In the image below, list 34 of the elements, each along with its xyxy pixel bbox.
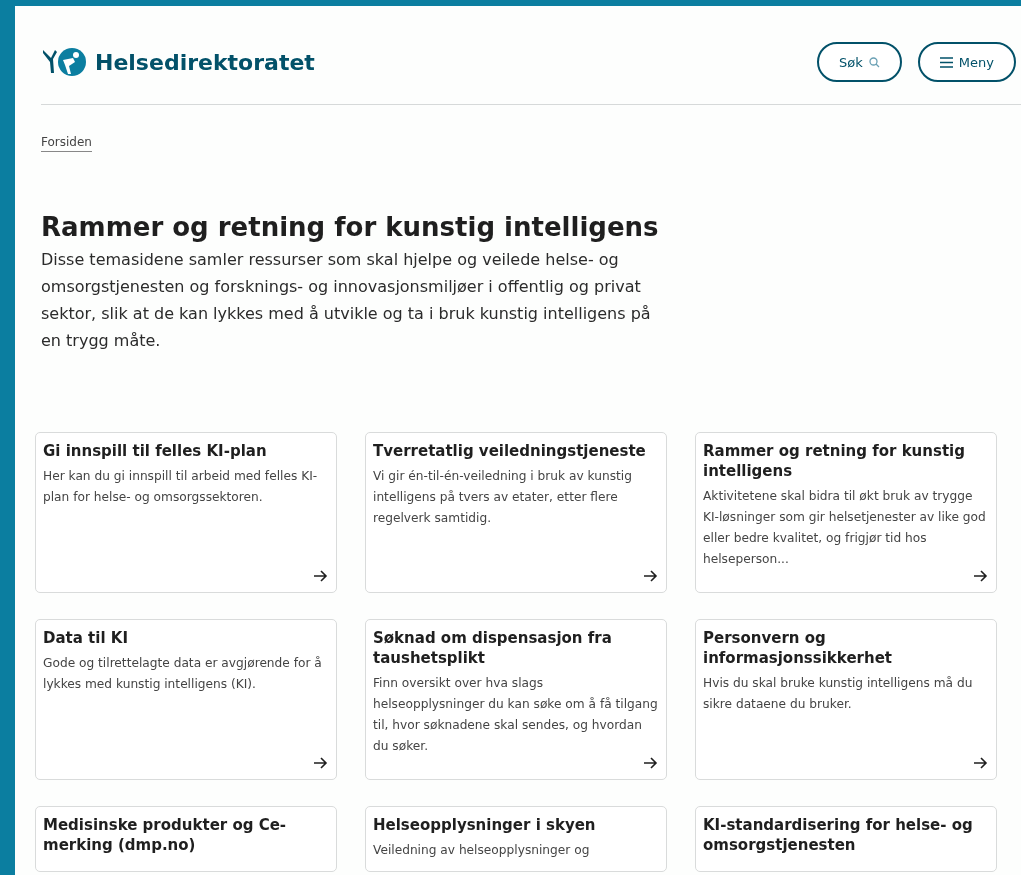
card-title: KI-standardisering for helse- og omsorgstjenesten: [703, 815, 974, 855]
card-title: Medisinske produkter og Ce-merking (dmp.no): [43, 815, 288, 855]
site-name: Helsedirektoratet: [95, 49, 315, 75]
intro-text: Disse temasidene samler ressurser som skal hjelpe og veilede helse- og omsorgstjenesten og forsknings- og innovasjonsmiljøer i offentlig og privat sektor, slik at de kan lykkes med å utvikle og ta i bruk kunstig intelligens på en trygg måte.: [41, 249, 651, 352]
topic-card[interactable]: Helseopplysninger i skyen Veiledning av helseopplysninger og: [365, 806, 667, 872]
card-title: Helseopplysninger i skyen: [373, 815, 597, 835]
card-title: Data til KI: [43, 628, 129, 648]
topic-card[interactable]: Gi innspill til felles KI-plan Her kan du gi innspill til arbeid med felles KI-plan for helse- og omsorgssektoren.: [35, 432, 337, 593]
menu-icon: [939, 56, 953, 68]
logo-icon: [41, 47, 87, 77]
topic-card[interactable]: Data til KI Gode og tilrettelagte data er avgjørende for å lykkes med kunstig intelligens (KI).: [35, 619, 337, 780]
topic-card[interactable]: Søknad om dispensasjon fra taushetsplikt Finn oversikt over hva slags helseopplysninger du kan søke om å få tilgang til, hvor søknadene skal sendes, og hvordan du søker.: [365, 619, 667, 780]
topic-card[interactable]: Tverretatlig veiledningstjeneste Vi gir én-til-én-veiledning i bruk av kunstig intelligens på tvers av etater, etter flere regelverk samtidig.: [365, 432, 667, 593]
topic-card[interactable]: Personvern og informasjonssikkerhet Hvis du skal bruke kunstig intelligens må du sikre dataene du bruker.: [695, 619, 997, 780]
card-title: Personvern og informasjonssikkerhet: [703, 628, 893, 668]
page-title: Rammer og retning for kunstig intelligens: [41, 212, 660, 242]
topic-card[interactable]: KI-standardisering for helse- og omsorgstjenesten: [695, 806, 997, 872]
card-title: Tverretatlig veiledningstjeneste: [373, 441, 647, 461]
card-description: Aktivitetene skal bidra til økt bruk av trygge KI-løsninger som gir helsetjenester av like god eller bedre kvalitet, og frigjør tid hos helseperson...: [703, 488, 987, 568]
card-description: Vi gir én-til-én-veiledning i bruk av kunstig intelligens på tvers av etater, etter flere regelverk samtidig.: [373, 468, 633, 527]
card-title: Gi innspill til felles KI-plan: [43, 441, 268, 461]
topic-card[interactable]: Medisinske produkter og Ce-merking (dmp.no): [35, 806, 337, 872]
card-title: Søknad om dispensasjon fra taushetsplikt: [373, 628, 613, 668]
card-description: Hvis du skal bruke kunstig intelligens må du sikre dataene du bruker.: [703, 675, 974, 713]
card-title: Rammer og retning for kunstig intelligens: [703, 441, 966, 481]
search-icon: [868, 56, 880, 68]
card-description: Veiledning av helseopplysninger og: [373, 842, 591, 859]
card-description: Gode og tilrettelagte data er avgjørende for å lykkes med kunstig intelligens (KI).: [43, 655, 323, 693]
breadcrumb-link[interactable]: Forsiden: [41, 135, 92, 152]
card-description: Her kan du gi innspill til arbeid med felles KI-plan for helse- og omsorgssektoren.: [43, 468, 319, 506]
search-button[interactable]: Søk: [817, 42, 902, 82]
card-description: Finn oversikt over hva slags helseopplysninger du kan søke om å få tilgang til, hvor søknadene skal sendes, og hvordan du søker.: [373, 675, 658, 755]
topic-card[interactable]: Rammer og retning for kunstig intelligens Aktivitetene skal bidra til økt bruk av trygge KI-løsninger som gir helsetjenester av like god eller bedre kvalitet, og frigjør tid hos helseperson...: [695, 432, 997, 593]
menu-button[interactable]: Meny: [917, 42, 1016, 82]
